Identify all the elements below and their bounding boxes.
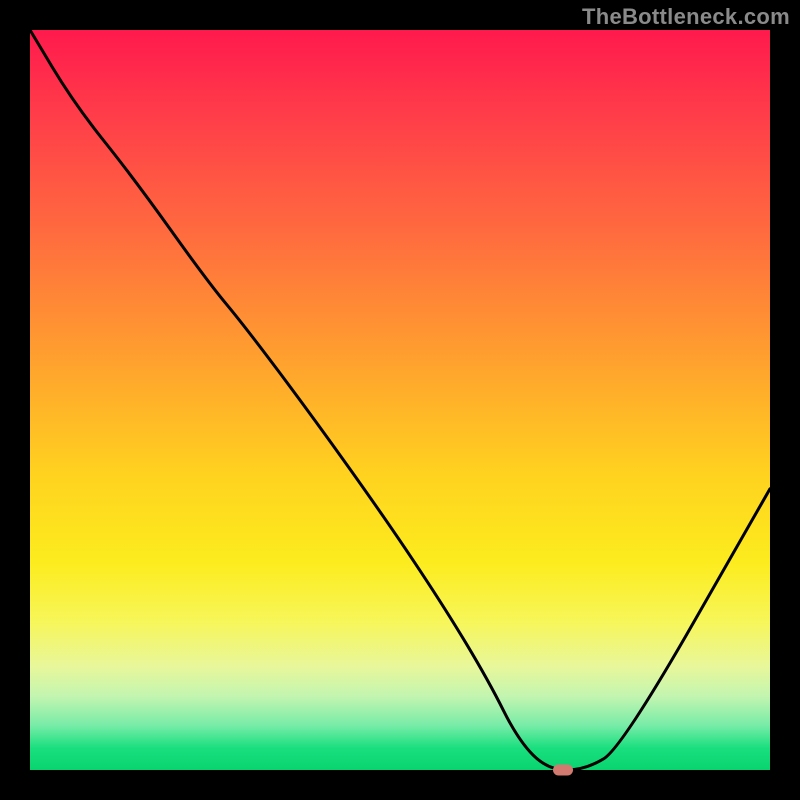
optimal-marker — [553, 765, 573, 776]
plot-area — [30, 30, 770, 770]
bottleneck-curve — [30, 30, 770, 770]
watermark-text: TheBottleneck.com — [582, 4, 790, 30]
chart-frame: TheBottleneck.com — [0, 0, 800, 800]
